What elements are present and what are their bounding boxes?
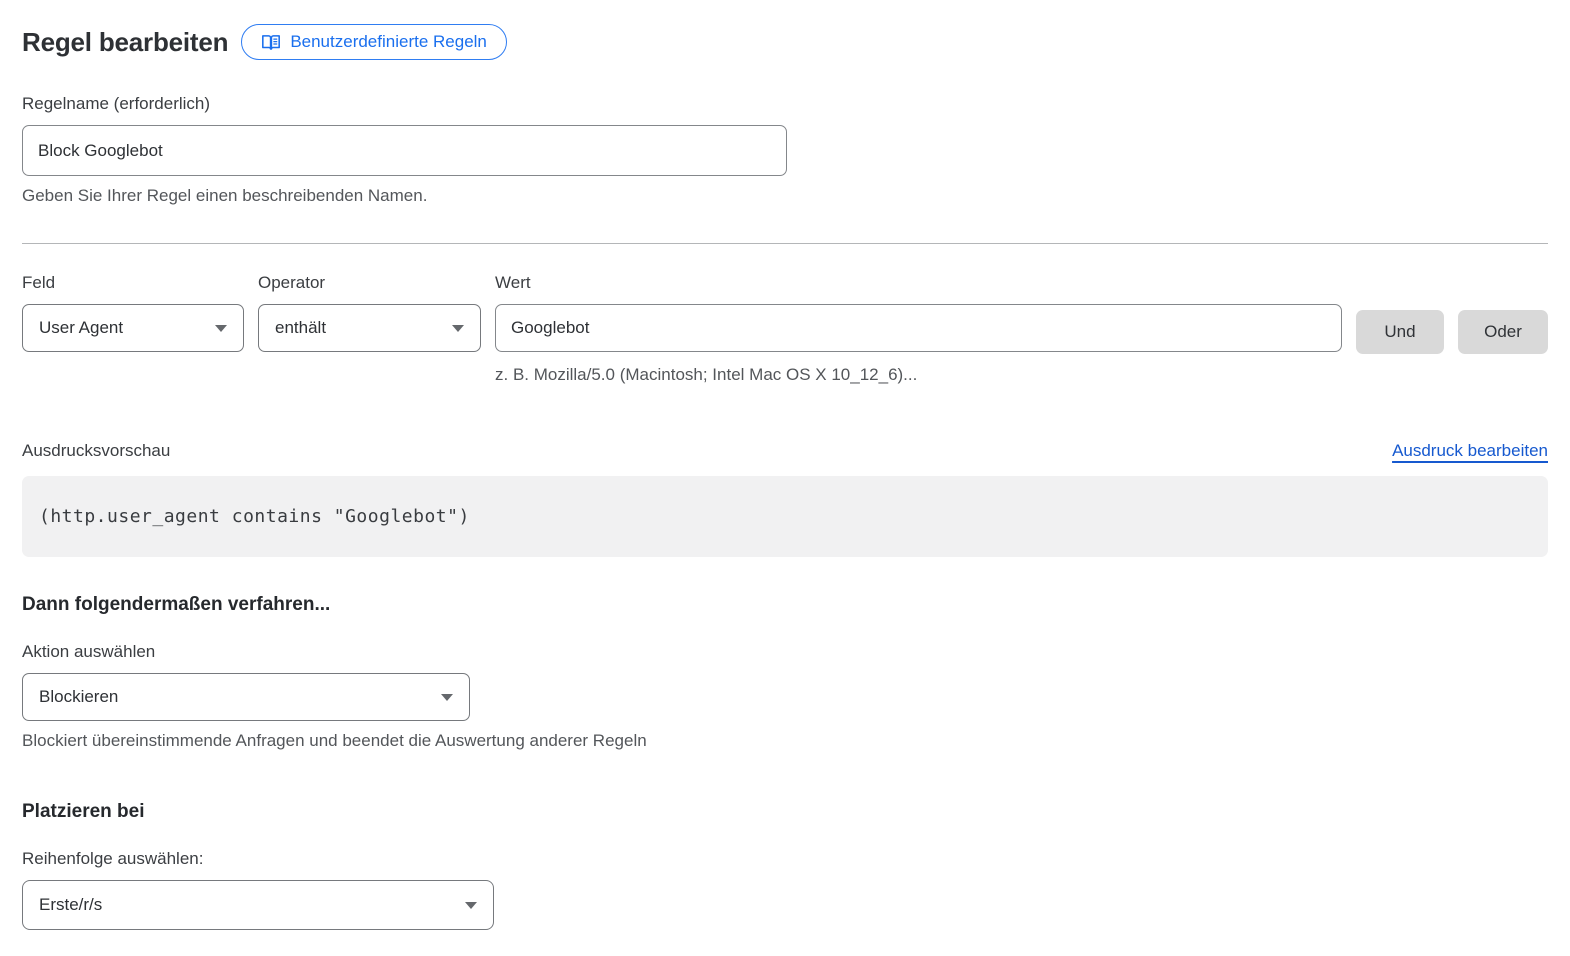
caret-down-icon [441,694,453,701]
expression-preview-box: (http.user_agent contains "Googlebot") [22,476,1548,557]
value-input[interactable] [495,304,1342,352]
edit-rule-page: Regel bearbeiten Benutzerdefinierte Rege… [0,0,1570,956]
action-label: Aktion auswählen [22,642,1548,662]
value-label: Wert [495,273,1342,293]
custom-rules-button-label: Benutzerdefinierte Regeln [290,32,487,52]
title-row: Regel bearbeiten Benutzerdefinierte Rege… [22,24,1548,60]
conjunction-buttons: Und Oder [1356,273,1548,354]
expression-preview-section: Ausdrucksvorschau Ausdruck bearbeiten (h… [22,441,1548,557]
order-select[interactable]: Erste/r/s [22,880,494,930]
expression-builder-row: Feld User Agent Operator enthält Wert z.… [22,273,1548,385]
edit-expression-link[interactable]: Ausdruck bearbeiten [1392,441,1548,461]
value-hint: z. B. Mozilla/5.0 (Macintosh; Intel Mac … [495,365,1342,385]
caret-down-icon [452,325,464,332]
open-book-icon [261,33,281,51]
placement-section: Platzieren bei Reihenfolge auswählen: Er… [22,801,1548,930]
action-hint: Blockiert übereinstimmende Anfragen und … [22,731,1548,751]
rule-name-input[interactable] [22,125,787,176]
placement-label: Reihenfolge auswählen: [22,849,1548,869]
action-heading: Dann folgendermaßen verfahren... [22,594,1548,616]
operator-column: Operator enthält [258,273,481,352]
field-label: Feld [22,273,244,293]
page-title: Regel bearbeiten [22,27,228,58]
field-select[interactable]: User Agent [22,304,244,352]
field-select-value: User Agent [39,318,123,338]
value-column: Wert z. B. Mozilla/5.0 (Macintosh; Intel… [495,273,1342,385]
action-select-value: Blockieren [39,687,118,707]
operator-select-value: enthält [275,318,326,338]
field-column: Feld User Agent [22,273,244,352]
expression-code: (http.user_agent contains "Googlebot") [39,506,470,527]
operator-label: Operator [258,273,481,293]
rule-name-label: Regelname (erforderlich) [22,94,1548,114]
or-button[interactable]: Oder [1458,310,1548,354]
caret-down-icon [465,902,477,909]
action-select[interactable]: Blockieren [22,673,470,721]
rule-name-hint: Geben Sie Ihrer Regel einen beschreibend… [22,186,1548,206]
and-button[interactable]: Und [1356,310,1444,354]
caret-down-icon [215,325,227,332]
expression-preview-label: Ausdrucksvorschau [22,441,170,461]
action-section: Dann folgendermaßen verfahren... Aktion … [22,594,1548,751]
expression-preview-header: Ausdrucksvorschau Ausdruck bearbeiten [22,441,1548,461]
placement-heading: Platzieren bei [22,801,1548,823]
custom-rules-button[interactable]: Benutzerdefinierte Regeln [241,24,507,60]
order-select-value: Erste/r/s [39,895,102,915]
operator-select[interactable]: enthält [258,304,481,352]
rule-name-section: Regelname (erforderlich) Geben Sie Ihrer… [22,94,1548,206]
section-divider [22,243,1548,244]
